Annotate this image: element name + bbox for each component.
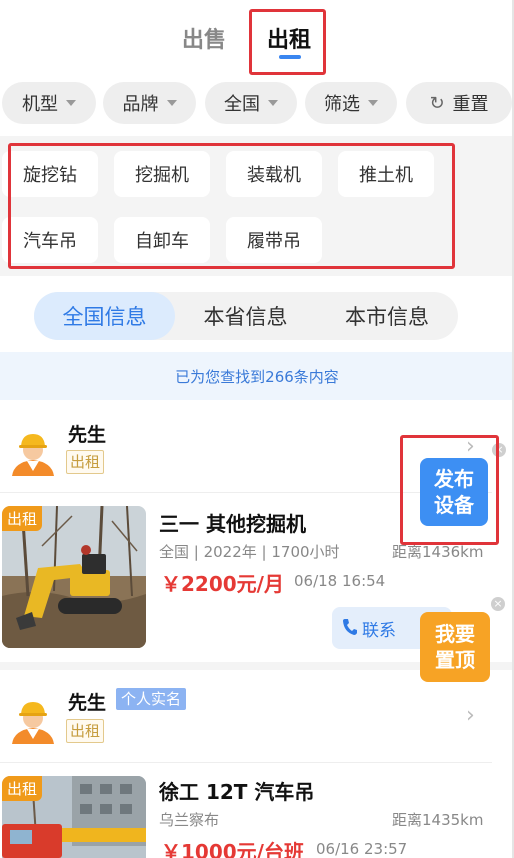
filter-brand-label: 品牌 (122, 94, 159, 115)
tab-rent[interactable]: 出租 (267, 22, 311, 54)
filter-model-label: 机型 (22, 94, 58, 115)
post-date: 06/18 16:54 (294, 572, 386, 590)
price: ￥2200元/月 (161, 572, 284, 596)
equipment-title[interactable]: 徐工 12T 汽车吊 (159, 776, 314, 805)
region-tab-province[interactable]: 本省信息 (175, 292, 316, 340)
tab-active-indicator (279, 55, 301, 59)
type-chip[interactable]: 旋挖钻 (2, 151, 98, 197)
tab-sale[interactable]: 出售 (182, 22, 226, 54)
poster-name: 先生 (68, 692, 107, 714)
filter-bar: 机型 品牌 全国 筛选 ↻ 重置 (0, 82, 514, 126)
publish-label-line1: 发布 (434, 467, 474, 491)
type-chip[interactable]: 装载机 (226, 151, 322, 197)
rent-tag: 出租 (66, 719, 105, 743)
filter-region-label: 全国 (224, 94, 260, 115)
contact-label: 联系 (362, 620, 396, 641)
top-tabs: 出售 出租 (0, 0, 514, 80)
pin-label-line2: 置顶 (435, 648, 475, 672)
reset-button[interactable]: ↻ 重置 (406, 82, 512, 124)
equipment-meta: 乌兰察布 (159, 811, 220, 829)
worker-avatar-icon (12, 434, 54, 476)
chevron-down-icon (66, 100, 76, 106)
equipment-title[interactable]: 三一 其他挖掘机 (159, 508, 306, 537)
type-chip[interactable]: 履带吊 (226, 217, 322, 263)
worker-avatar-icon (12, 702, 54, 744)
region-segmented-control: 全国信息 本省信息 本市信息 (34, 292, 458, 340)
filter-region[interactable]: 全国 (205, 82, 297, 124)
divider (0, 492, 492, 493)
filter-model[interactable]: 机型 (2, 82, 96, 124)
reset-label: 重置 (452, 94, 489, 115)
region-tab-national[interactable]: 全国信息 (34, 292, 175, 340)
refresh-icon: ↻ (429, 92, 445, 114)
chevron-down-icon (368, 100, 378, 106)
filter-more-label: 筛选 (324, 94, 360, 115)
equipment-photo[interactable]: 出租 (2, 506, 146, 648)
publish-label-line2: 设备 (434, 493, 474, 517)
rent-tag: 出租 (66, 450, 105, 474)
pin-label-line1: 我要 (435, 622, 475, 646)
listing-badge: 出租 (2, 776, 43, 801)
divider (0, 762, 492, 763)
phone-icon (343, 619, 357, 635)
chevron-right-icon[interactable]: › (466, 434, 475, 459)
pin-to-top-button[interactable]: 我要 置顶 (420, 612, 490, 682)
chevron-right-icon[interactable]: › (466, 703, 475, 728)
type-chip[interactable]: 自卸车 (114, 217, 210, 263)
close-icon[interactable]: × (492, 443, 506, 457)
equipment-type-grid: 旋挖钻 挖掘机 装载机 推土机 汽车吊 自卸车 履带吊 (0, 136, 514, 276)
result-count-banner: 已为您查找到266条内容 (0, 352, 514, 400)
type-chip[interactable]: 挖掘机 (114, 151, 210, 197)
post-date: 06/16 23:57 (316, 840, 408, 858)
equipment-photo[interactable]: 出租 (2, 776, 146, 858)
close-icon[interactable]: × (491, 597, 505, 611)
filter-more[interactable]: 筛选 (305, 82, 397, 124)
region-tab-city[interactable]: 本市信息 (316, 292, 458, 340)
equipment-meta: 全国 | 2022年 | 1700小时 (159, 543, 340, 561)
poster-name: 先生 (68, 424, 107, 446)
verified-badge: 个人实名 (116, 688, 187, 710)
filter-brand[interactable]: 品牌 (103, 82, 196, 124)
publish-equipment-button[interactable]: 发布 设备 (420, 458, 488, 526)
chevron-down-icon (268, 100, 278, 106)
chevron-down-icon (166, 100, 177, 106)
distance-label: 距离1435km (392, 811, 484, 829)
type-chip[interactable]: 推土机 (338, 151, 434, 197)
listing-card[interactable]: 先生 个人实名 出租 › 出租 徐工 12T 汽车吊 乌兰察布 距离1435km… (0, 670, 514, 858)
price: ￥1000元/台班 (161, 840, 304, 858)
distance-label: 距离1436km (392, 543, 484, 561)
listing-badge: 出租 (2, 506, 43, 531)
type-chip[interactable]: 汽车吊 (2, 217, 98, 263)
